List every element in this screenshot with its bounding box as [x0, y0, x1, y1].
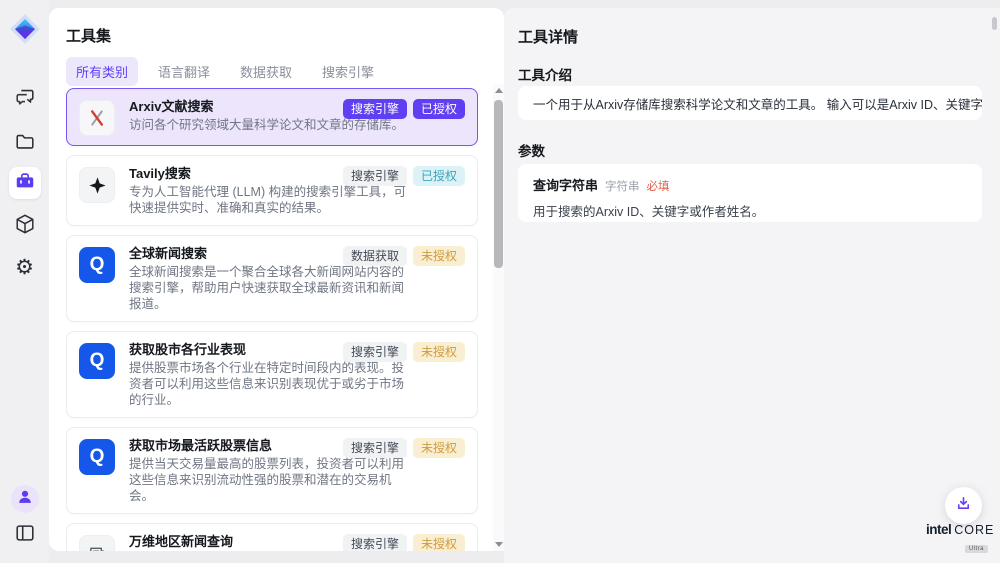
- tool-card[interactable]: Q获取市场最活跃股票信息提供当天交易量最高的股票列表，投资者可以利用这些信息来识…: [66, 427, 478, 514]
- toolset-title: 工具集: [66, 25, 111, 46]
- tool-card[interactable]: Q获取股市各行业表现提供股票市场各个行业在特定时间段内的表现。投资者可以利用这些…: [66, 331, 478, 418]
- cube-icon[interactable]: [13, 212, 37, 236]
- tool-description: 提供股票市场各个行业在特定时间段内的表现。投资者可以利用这些信息来识别表现优于或…: [129, 360, 409, 408]
- intro-heading: 工具介绍: [518, 64, 572, 84]
- param-card: 查询字符串 字符串 必填 用于搜索的Arxiv ID、关键字或作者姓名。: [518, 164, 982, 222]
- category-badge: 搜索引擎: [343, 438, 407, 458]
- tab-所有类别[interactable]: 所有类别: [66, 57, 138, 86]
- details-scrollbar[interactable]: [992, 17, 997, 30]
- status-badge: 未授权: [413, 438, 465, 458]
- core-wordmark: CORE: [954, 523, 994, 537]
- tool-card[interactable]: 万维地区新闻查询查询具体行政区划内的新闻，快速了解各地新闻动搜索引擎未授权: [66, 523, 478, 551]
- user-avatar-icon: [16, 488, 34, 511]
- status-badge: 已授权: [413, 99, 465, 119]
- user-avatar[interactable]: [11, 485, 39, 513]
- tab-语言翻译[interactable]: 语言翻译: [148, 57, 220, 86]
- param-type: 字符串: [605, 178, 640, 194]
- intel-core-logo: intelCORE Ultra: [926, 522, 988, 554]
- icon-rail: ⚙: [0, 0, 49, 563]
- tool-card[interactable]: Q全球新闻搜索全球新闻搜索是一个聚合全球各大新闻网站内容的搜索引擎，帮助用户快速…: [66, 235, 478, 322]
- category-badge: 搜索引擎: [343, 166, 407, 186]
- intro-box: 一个用于从Arxiv存储库搜索科学论文和文章的工具。 输入可以是Arxiv ID…: [518, 86, 982, 120]
- tool-description: 提供当天交易量最高的股票列表，投资者可以利用这些信息来识别流动性强的股票和潜在的…: [129, 456, 409, 504]
- scrollbar-thumb[interactable]: [494, 100, 503, 268]
- list-scrollbar[interactable]: [493, 84, 504, 551]
- tool-list: Arxiv文献搜索访问各个研究领域大量科学论文和文章的存储库。搜索引擎已授权 Ta…: [66, 88, 478, 551]
- tool-details-panel: 工具详情 工具介绍 一个用于从Arxiv存储库搜索科学论文和文章的工具。 输入可…: [504, 8, 1000, 563]
- category-badge: 搜索引擎: [343, 342, 407, 362]
- param-required-badge: 必填: [647, 178, 670, 194]
- settings-icon[interactable]: ⚙: [13, 255, 37, 279]
- details-title: 工具详情: [518, 26, 578, 47]
- q-blue-icon: Q: [79, 439, 115, 475]
- scroll-up-arrow-icon[interactable]: [495, 88, 503, 93]
- category-tabs: 所有类别语言翻译数据获取搜索引擎: [66, 57, 384, 86]
- intel-wordmark: intel: [926, 522, 951, 537]
- category-badge: 搜索引擎: [343, 534, 407, 551]
- category-badge: 搜索引擎: [343, 99, 407, 119]
- tab-数据获取[interactable]: 数据获取: [230, 57, 302, 86]
- arxiv-icon: [79, 100, 115, 136]
- download-button[interactable]: [945, 487, 982, 524]
- tool-card[interactable]: Arxiv文献搜索访问各个研究领域大量科学论文和文章的存储库。搜索引擎已授权: [66, 88, 478, 146]
- toolbox-nav-active[interactable]: [9, 167, 41, 199]
- download-icon: [955, 495, 972, 517]
- chat-icon[interactable]: [13, 85, 37, 109]
- q-blue-icon: Q: [79, 247, 115, 283]
- category-badge: 数据获取: [343, 246, 407, 266]
- params-heading: 参数: [518, 140, 545, 160]
- status-badge: 未授权: [413, 246, 465, 266]
- status-badge: 未授权: [413, 342, 465, 362]
- tab-搜索引擎[interactable]: 搜索引擎: [312, 57, 384, 86]
- tool-description: 访问各个研究领域大量科学论文和文章的存储库。: [129, 117, 404, 133]
- param-name: 查询字符串: [533, 175, 598, 194]
- tool-description: 专为人工智能代理 (LLM) 构建的搜索引擎工具，可快速提供实时、准确和真实的结…: [129, 184, 409, 216]
- core-ultra-badge: Ultra: [965, 545, 988, 553]
- status-badge: 未授权: [413, 534, 465, 551]
- tool-description: 全球新闻搜索是一个聚合全球各大新闻网站内容的搜索引擎，帮助用户快速获取全球最新资…: [129, 264, 409, 312]
- toolset-panel: 工具集 所有类别语言翻译数据获取搜索引擎 Arxiv文献搜索访问各个研究领域大量…: [49, 8, 504, 551]
- news-icon: [79, 535, 115, 551]
- tool-card[interactable]: Tavily搜索专为人工智能代理 (LLM) 构建的搜索引擎工具，可快速提供实时…: [66, 155, 478, 226]
- param-description: 用于搜索的Arxiv ID、关键字或作者姓名。: [533, 201, 967, 220]
- panel-toggle-icon[interactable]: [13, 521, 37, 545]
- scroll-down-arrow-icon[interactable]: [495, 542, 503, 547]
- tavily-icon: [79, 167, 115, 203]
- intro-text: 一个用于从Arxiv存储库搜索科学论文和文章的工具。 输入可以是Arxiv ID…: [533, 94, 982, 113]
- status-badge: 已授权: [413, 166, 465, 186]
- app-logo: [9, 13, 41, 45]
- toolbox-icon: [14, 170, 36, 197]
- q-blue-icon: Q: [79, 343, 115, 379]
- folder-icon[interactable]: [13, 130, 37, 154]
